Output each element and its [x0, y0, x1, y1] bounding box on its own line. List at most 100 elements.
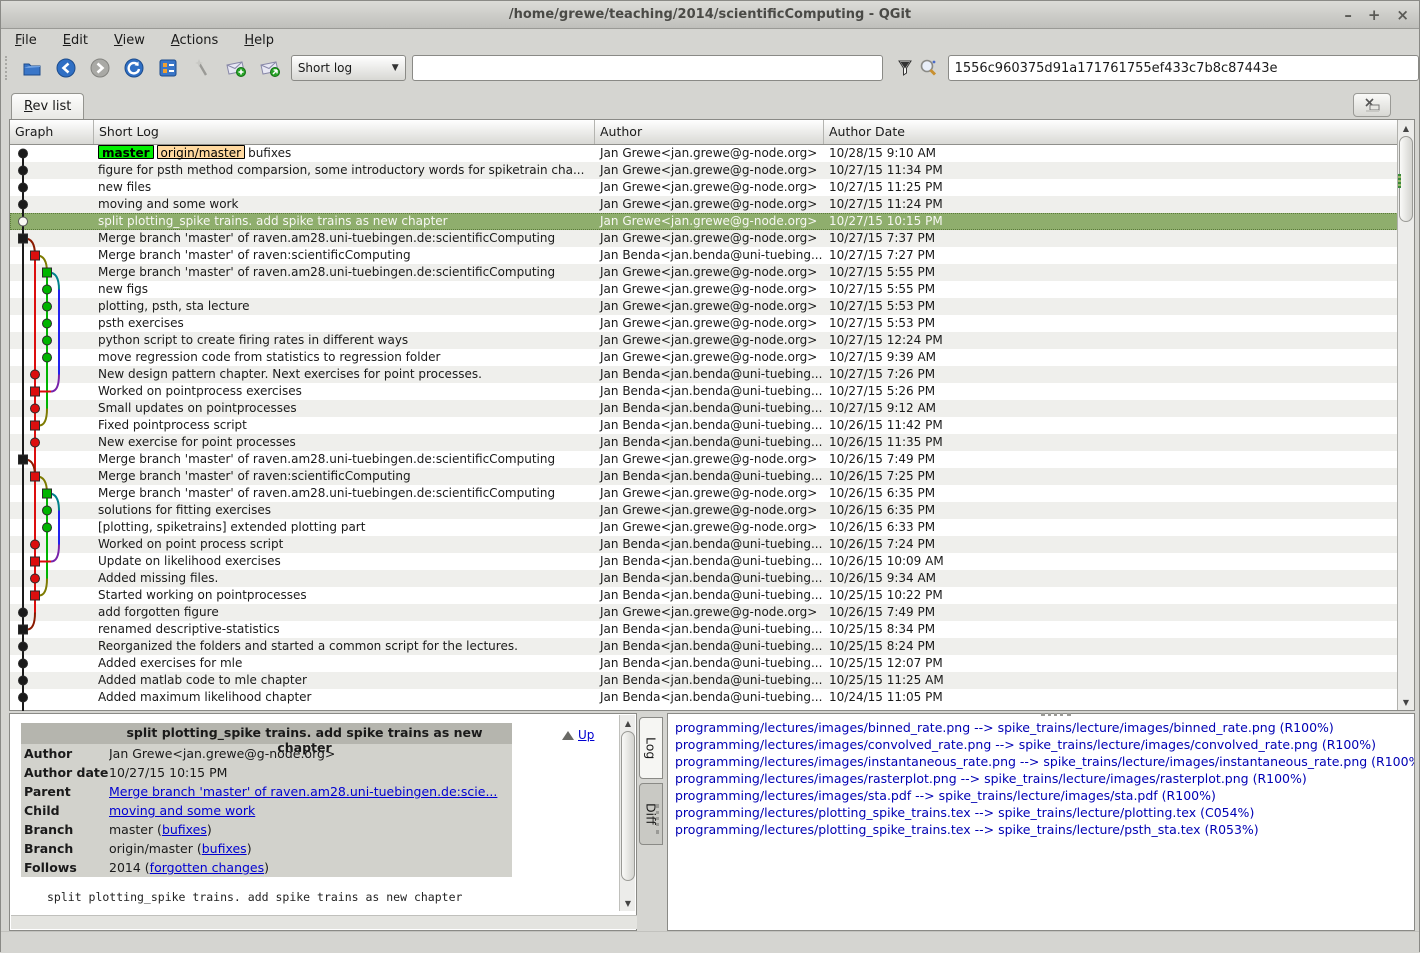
short-log-text: [plotting, spiketrains] extended plottin…	[98, 520, 365, 534]
menu-item-actions[interactable]: Actions	[171, 33, 219, 48]
table-row[interactable]: add forgotten figureJan Grewe<jan.grewe@…	[10, 604, 1398, 621]
table-row[interactable]: plotting, psth, sta lectureJan Grewe<jan…	[10, 298, 1398, 315]
detail-scrollbar-thumb[interactable]	[621, 731, 635, 881]
table-row[interactable]: renamed descriptive-statisticsJan Benda<…	[10, 621, 1398, 638]
table-row[interactable]: new filesJan Grewe<jan.grewe@g-node.org>…	[10, 179, 1398, 196]
save-patch-icon[interactable]	[223, 55, 249, 81]
short-log-cell: plotting, psth, sta lecture	[94, 298, 595, 315]
detail-link[interactable]: forgotten changes	[150, 860, 264, 875]
file-list-item[interactable]: programming/lectures/plotting_spike_trai…	[675, 821, 1414, 838]
short-log-text: add forgotten figure	[98, 605, 219, 619]
file-list-item[interactable]: programming/lectures/images/sta.pdf --> …	[675, 787, 1414, 804]
table-row[interactable]: figure for psth method comparsion, some …	[10, 162, 1398, 179]
detail-link[interactable]: moving and some work	[109, 803, 255, 818]
file-list-item[interactable]: programming/lectures/plotting_spike_trai…	[675, 804, 1414, 821]
table-row[interactable]: Added missing files.Jan Benda<jan.benda@…	[10, 570, 1398, 587]
maximize-button[interactable]: +	[1368, 1, 1381, 29]
table-row[interactable]: masterorigin/masterbufixesJan Grewe<jan.…	[10, 145, 1398, 162]
view-mode-select[interactable]: Short log ▼	[291, 55, 406, 81]
tab-rev-list[interactable]: RRev listev list	[11, 93, 84, 119]
filter-icon[interactable]	[893, 55, 916, 81]
file-list-item[interactable]: programming/lectures/images/instantaneou…	[675, 753, 1414, 770]
col-header-author-date[interactable]: Author Date	[824, 120, 1414, 144]
detail-scroll-down-icon[interactable]: ▼	[620, 896, 636, 910]
menu-item-help[interactable]: Help	[244, 33, 274, 48]
scroll-up-icon[interactable]: ▲	[1398, 121, 1414, 135]
toolbar-handle[interactable]	[5, 56, 13, 80]
splitter-handle-horizontal[interactable]	[1041, 713, 1071, 717]
table-row[interactable]: Added maximum likelihood chapterJan Bend…	[10, 689, 1398, 706]
qgit-window: /home/grewe/teaching/2014/scientificComp…	[0, 0, 1420, 952]
table-row[interactable]: psth exercisesJan Grewe<jan.grewe@g-node…	[10, 315, 1398, 332]
table-row[interactable]: Merge branch 'master' of raven:scientifi…	[10, 468, 1398, 485]
table-row[interactable]: python script to create firing rates in …	[10, 332, 1398, 349]
table-row[interactable]: Worked on point process scriptJan Benda<…	[10, 536, 1398, 553]
table-row[interactable]: solutions for fitting exercisesJan Grewe…	[10, 502, 1398, 519]
menu-item-file[interactable]: File	[15, 33, 37, 48]
detail-field-value: Merge branch 'master' of raven.am28.uni-…	[109, 782, 512, 801]
table-row[interactable]: Started working on pointprocessesJan Ben…	[10, 587, 1398, 604]
detail-text: Jan Grewe<jan.grewe@g-node.org>	[109, 746, 335, 761]
sha-input[interactable]	[948, 55, 1419, 81]
table-row[interactable]: Fixed pointprocess scriptJan Benda<jan.b…	[10, 417, 1398, 434]
tab-log[interactable]: Log	[639, 717, 663, 779]
detail-hscrollbar[interactable]	[11, 915, 637, 929]
short-log-cell: Added missing files.	[94, 570, 595, 587]
col-header-graph[interactable]: Graph	[10, 120, 94, 144]
splitter-handle-vertical[interactable]	[656, 804, 660, 834]
table-row[interactable]: Merge branch 'master' of raven:scientifi…	[10, 247, 1398, 264]
table-row[interactable]: [plotting, spiketrains] extended plottin…	[10, 519, 1398, 536]
table-row[interactable]: Merge branch 'master' of raven.am28.uni-…	[10, 451, 1398, 468]
close-tab-button[interactable]	[1353, 93, 1391, 117]
menu-item-edit[interactable]: Edit	[63, 33, 88, 48]
short-log-cell: Fixed pointprocess script	[94, 417, 595, 434]
file-list-item[interactable]: programming/lectures/images/convolved_ra…	[675, 736, 1414, 753]
detail-link[interactable]: Merge branch 'master' of raven.am28.uni-…	[109, 784, 497, 799]
file-list-item[interactable]: programming/lectures/images/rasterplot.p…	[675, 770, 1414, 787]
table-row[interactable]: Small updates on pointprocessesJan Benda…	[10, 400, 1398, 417]
apply-patch-icon[interactable]	[257, 55, 283, 81]
minimize-button[interactable]: –	[1344, 1, 1352, 29]
table-row[interactable]: Merge branch 'master' of raven.am28.uni-…	[10, 230, 1398, 247]
table-row[interactable]: move regression code from statistics to …	[10, 349, 1398, 366]
table-row[interactable]: Merge branch 'master' of raven.am28.uni-…	[10, 264, 1398, 281]
table-scrollbar[interactable]: ▲ ▼	[1397, 120, 1414, 710]
back-icon[interactable]	[53, 55, 79, 81]
detail-link[interactable]: bufixes	[202, 841, 247, 856]
up-link[interactable]: Up	[578, 728, 594, 742]
table-row[interactable]: Update on likelihood exercisesJan Benda<…	[10, 553, 1398, 570]
open-folder-icon[interactable]	[19, 55, 45, 81]
detail-scrollbar[interactable]: ▲ ▼	[619, 715, 635, 911]
table-row[interactable]: New exercise for point processesJan Bend…	[10, 434, 1398, 451]
close-button[interactable]: ×	[1396, 1, 1409, 29]
detail-scroll-up-icon[interactable]: ▲	[620, 716, 636, 730]
table-row[interactable]: Added exercises for mleJan Benda<jan.ben…	[10, 655, 1398, 672]
title-bar[interactable]: /home/grewe/teaching/2014/scientificComp…	[1, 1, 1419, 29]
forward-icon[interactable]	[87, 55, 113, 81]
table-row[interactable]: Merge branch 'master' of raven.am28.uni-…	[10, 485, 1398, 502]
view-icon[interactable]	[155, 55, 181, 81]
table-row[interactable]: Reorganized the folders and started a co…	[10, 638, 1398, 655]
short-log-cell: add forgotten figure	[94, 604, 595, 621]
table-row[interactable]: Added matlab code to mle chapterJan Bend…	[10, 672, 1398, 689]
table-row[interactable]: New design pattern chapter. Next exercis…	[10, 366, 1398, 383]
find-icon[interactable]	[916, 55, 939, 81]
author-date-cell: 10/25/15 11:25 AM	[824, 672, 1398, 689]
search-input[interactable]	[412, 55, 883, 81]
table-scrollbar-thumb[interactable]	[1399, 136, 1413, 222]
table-row[interactable]: split plotting_spike trains. add spike t…	[10, 213, 1398, 230]
table-row[interactable]: Worked on pointprocess exercisesJan Bend…	[10, 383, 1398, 400]
wand-icon[interactable]	[189, 55, 215, 81]
file-list-item[interactable]: programming/lectures/images/binned_rate.…	[675, 719, 1414, 736]
short-log-cell: split plotting_spike trains. add spike t…	[94, 213, 595, 230]
scroll-down-icon[interactable]: ▼	[1398, 695, 1414, 709]
graph-cell	[10, 298, 94, 315]
detail-link[interactable]: bufixes	[162, 822, 207, 837]
refresh-icon[interactable]	[121, 55, 147, 81]
col-header-author[interactable]: Author	[595, 120, 824, 144]
menu-item-view[interactable]: View	[114, 33, 145, 48]
table-row[interactable]: new figsJan Grewe<jan.grewe@g-node.org>1…	[10, 281, 1398, 298]
col-header-short-log[interactable]: Short Log	[94, 120, 595, 144]
short-log-text: Added maximum likelihood chapter	[98, 690, 311, 704]
table-row[interactable]: moving and some workJan Grewe<jan.grewe@…	[10, 196, 1398, 213]
